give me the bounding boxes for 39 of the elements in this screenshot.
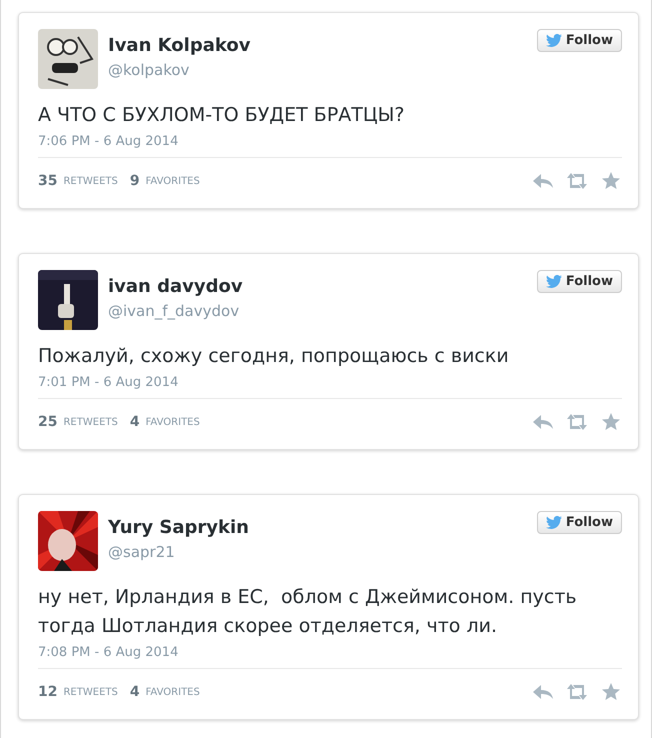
star-icon[interactable] <box>600 683 622 701</box>
follow-button[interactable]: Follow <box>536 29 622 52</box>
retweet-icon[interactable] <box>566 172 588 190</box>
user-handle: @sapr21 <box>108 543 176 561</box>
bird-icon <box>546 275 562 288</box>
tweet-text: ну нет, Ирландия в ЕС, облом с Джеймисоном. пусть тогда Шотландия скорее отделяется, что ли. <box>38 585 578 639</box>
tweet-time: 7:06 PM - 6 Aug 2014 <box>38 134 180 149</box>
retweet-icon[interactable] <box>566 413 588 431</box>
user-name: ivan davydov <box>108 276 244 297</box>
favorite-count: 9 <box>130 173 140 189</box>
retweets-label: RETWEETS <box>63 686 118 698</box>
retweet-count: 35 <box>38 173 58 189</box>
user-handle: @ivan_f_davydov <box>108 302 240 320</box>
reply-icon[interactable] <box>532 413 554 431</box>
favorites-label: FAVORITES <box>146 176 200 186</box>
favorites-label: FAVORITES <box>146 686 200 698</box>
retweet-count: 25 <box>38 414 58 430</box>
tweet-text: А ЧТО С БУХЛОМ-ТО БУДЕТ БРАТЦЫ? <box>38 103 406 128</box>
retweet-count: 12 <box>38 684 58 700</box>
tweet-time: 7:08 PM - 6 Aug 2014 <box>38 645 180 660</box>
follow-button[interactable]: Follow <box>536 270 622 293</box>
tweet-time: 7:01 PM - 6 Aug 2014 <box>38 375 180 390</box>
user-name: Ivan Kolpakov <box>108 35 252 56</box>
retweets-label: RETWEETS <box>63 416 118 428</box>
favorites-label: FAVORITES <box>146 416 200 428</box>
bird-icon <box>546 516 562 529</box>
follow-button[interactable]: Follow <box>536 511 622 534</box>
star-icon[interactable] <box>600 413 622 431</box>
reply-icon[interactable] <box>532 683 554 701</box>
retweets-label: RETWEETS <box>63 176 118 186</box>
retweet-icon[interactable] <box>566 683 588 701</box>
tweet-text: Пожалуй, схожу сегодня, попрощаюсь с виски <box>38 344 510 369</box>
user-handle: @kolpakov <box>108 61 190 79</box>
user-name: Yury Saprykin <box>108 517 250 538</box>
favorite-count: 4 <box>130 684 140 700</box>
favorite-count: 4 <box>130 414 140 430</box>
bird-icon <box>546 34 562 47</box>
reply-icon[interactable] <box>532 172 554 190</box>
star-icon[interactable] <box>600 172 622 190</box>
